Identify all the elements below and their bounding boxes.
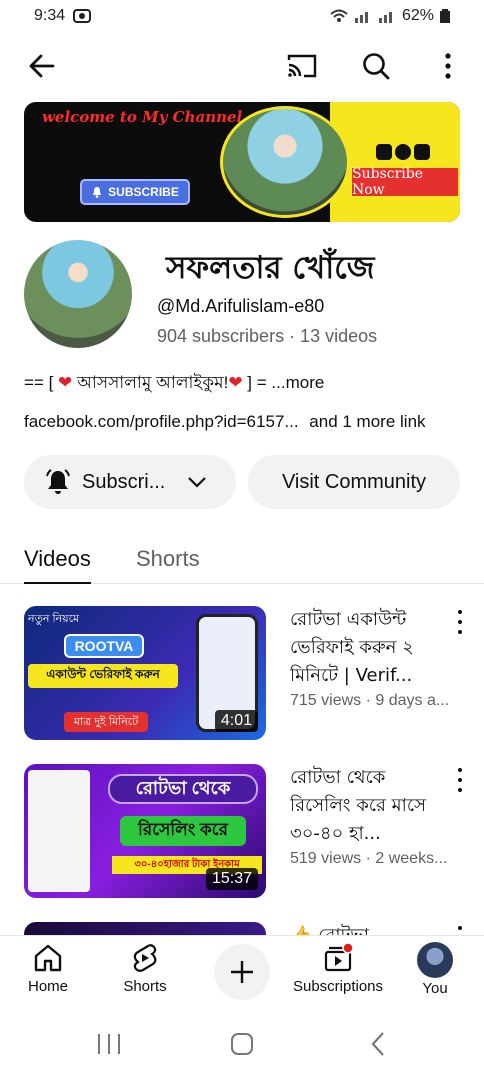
video-thumbnail[interactable]: নতুন নিয়মে ROOTVA একাউন্ট ভেরিফাই করুন …: [24, 606, 266, 740]
channel-tabs: Videos Shorts: [0, 536, 484, 584]
arrow-left-icon: [29, 54, 55, 78]
banner-subscribe-now: Subscribe Now: [352, 166, 458, 198]
create-button[interactable]: [214, 944, 270, 1000]
more-vert-icon: [445, 53, 451, 79]
shorts-icon: [133, 944, 157, 972]
thumb-headline: একাউন্ট ভেরিফাই করুন: [28, 664, 178, 688]
battery-percent: 62%: [401, 7, 434, 24]
avatar-icon: [417, 942, 453, 978]
more-links[interactable]: and 1 more link: [309, 412, 425, 431]
nav-you[interactable]: You: [395, 942, 475, 997]
facebook-link[interactable]: facebook.com/profile.php?id=6157...: [24, 412, 299, 431]
video-duration: 15:37: [205, 868, 258, 890]
about-text: আসসালামু আলাইকুম!: [77, 373, 229, 392]
bell-icon: [93, 187, 102, 198]
heart-icon: ❤: [58, 373, 73, 392]
thumb-brand: ROOTVA: [64, 634, 144, 658]
top-app-bar: [0, 40, 484, 92]
cast-button[interactable]: [282, 40, 322, 92]
about-more-link[interactable]: ...more: [271, 373, 324, 392]
nav-home-label: Home: [27, 978, 68, 995]
signal-icon: [354, 12, 368, 23]
video-item[interactable]: রোটভা থেকে রিসেলিং করে ৩০-৪০হাজার টাকা ই…: [24, 764, 466, 898]
battery-icon: [440, 9, 450, 23]
video-title[interactable]: রোটভা থেকে রিসেলিং করে মাসে ৩০-৪০ হা...: [290, 764, 450, 848]
home-icon: [34, 944, 62, 972]
heart-icon-2: ❤: [228, 373, 243, 392]
thumb-subline: রিসেলিং করে: [120, 816, 246, 846]
banner-photo: [220, 106, 350, 218]
channel-banner: welcome to My Channel SUBSCRIBE Subscrib…: [24, 102, 460, 222]
chevron-down-icon: [188, 477, 207, 488]
video-title[interactable]: রোটভা একাউন্ট ভেরিফাই করুন ২ মিনিটে | Ve…: [290, 606, 450, 690]
back-system-icon[interactable]: [370, 1031, 386, 1057]
video-meta: 519 views · 2 weeks...: [290, 850, 448, 867]
signal-2-icon: [378, 12, 392, 23]
more-options-button[interactable]: [428, 40, 468, 92]
video-more-button[interactable]: [450, 610, 470, 634]
banner-subscribe-label: SUBSCRIBE: [108, 185, 179, 199]
banner-welcome-text: welcome to My Channel: [42, 108, 243, 126]
nav-shorts-label: Shorts: [123, 978, 167, 995]
channel-name: সফলতার খোঁজে: [166, 250, 375, 286]
wifi-icon: [330, 9, 348, 22]
channel-avatar[interactable]: [24, 240, 132, 348]
thumb-subline: মাত্র দুই মিনিটে: [64, 712, 148, 732]
back-button[interactable]: [22, 40, 62, 92]
channel-stats: 904 subscribers · 13 videos: [157, 326, 378, 346]
system-navigation-bar: [0, 1007, 484, 1080]
about-prefix: == [: [24, 373, 59, 392]
bottom-navigation: Home Shorts Subscriptions You: [0, 935, 484, 1007]
bell-icon: [46, 469, 70, 494]
thumb-caption: নতুন নিয়মে: [28, 613, 80, 625]
banner-subscribe-graphic: SUBSCRIBE: [80, 179, 190, 205]
cast-icon: [287, 54, 317, 78]
video-meta: 715 views · 9 days a...: [290, 692, 450, 709]
channel-links: facebook.com/profile.php?id=6157... and …: [24, 412, 426, 432]
channel-about[interactable]: == [ ❤ আসসালামু আলাইকুম!❤ ] = ...more: [24, 370, 324, 398]
instagram-icon: [414, 144, 430, 160]
visit-community-button[interactable]: Visit Community: [248, 455, 460, 509]
nav-subscriptions[interactable]: Subscriptions: [293, 942, 383, 995]
nav-subscriptions-label: Subscriptions: [292, 978, 384, 995]
plus-icon: [231, 961, 253, 983]
video-thumbnail[interactable]: রোটভা থেকে রিসেলিং করে ৩০-৪০হাজার টাকা ই…: [24, 764, 266, 898]
search-button[interactable]: [356, 40, 396, 92]
nav-home[interactable]: Home: [8, 942, 88, 995]
tab-videos[interactable]: Videos: [24, 546, 91, 584]
status-time: 9:34: [34, 7, 66, 24]
tab-shorts[interactable]: Shorts: [136, 546, 200, 572]
recent-apps-icon[interactable]: [96, 1033, 122, 1055]
video-item[interactable]: নতুন নিয়মে ROOTVA একাউন্ট ভেরিফাই করুন …: [24, 606, 466, 740]
subscribe-label: Subscri...: [82, 470, 166, 493]
thumb-phone-screen: [28, 770, 90, 892]
screen-record-icon: [73, 9, 92, 23]
home-system-icon[interactable]: [230, 1033, 254, 1055]
youtube-icon: [376, 144, 392, 160]
video-duration: 4:01: [214, 710, 258, 732]
subscriptions-icon: [324, 942, 354, 972]
nav-shorts[interactable]: Shorts: [105, 942, 185, 995]
facebook-icon: [395, 144, 411, 160]
channel-handle: @Md.Arifulislam-e80: [157, 296, 325, 316]
banner-social-icons: [376, 144, 430, 160]
subscribe-button[interactable]: Subscri...: [24, 455, 236, 509]
video-more-button[interactable]: [450, 768, 470, 792]
search-icon: [363, 53, 390, 80]
nav-you-label: You: [422, 980, 448, 997]
about-suffix: ] =: [242, 373, 272, 392]
status-bar: 9:34 62%: [0, 0, 484, 32]
thumb-headline: রোটভা থেকে: [108, 774, 258, 804]
